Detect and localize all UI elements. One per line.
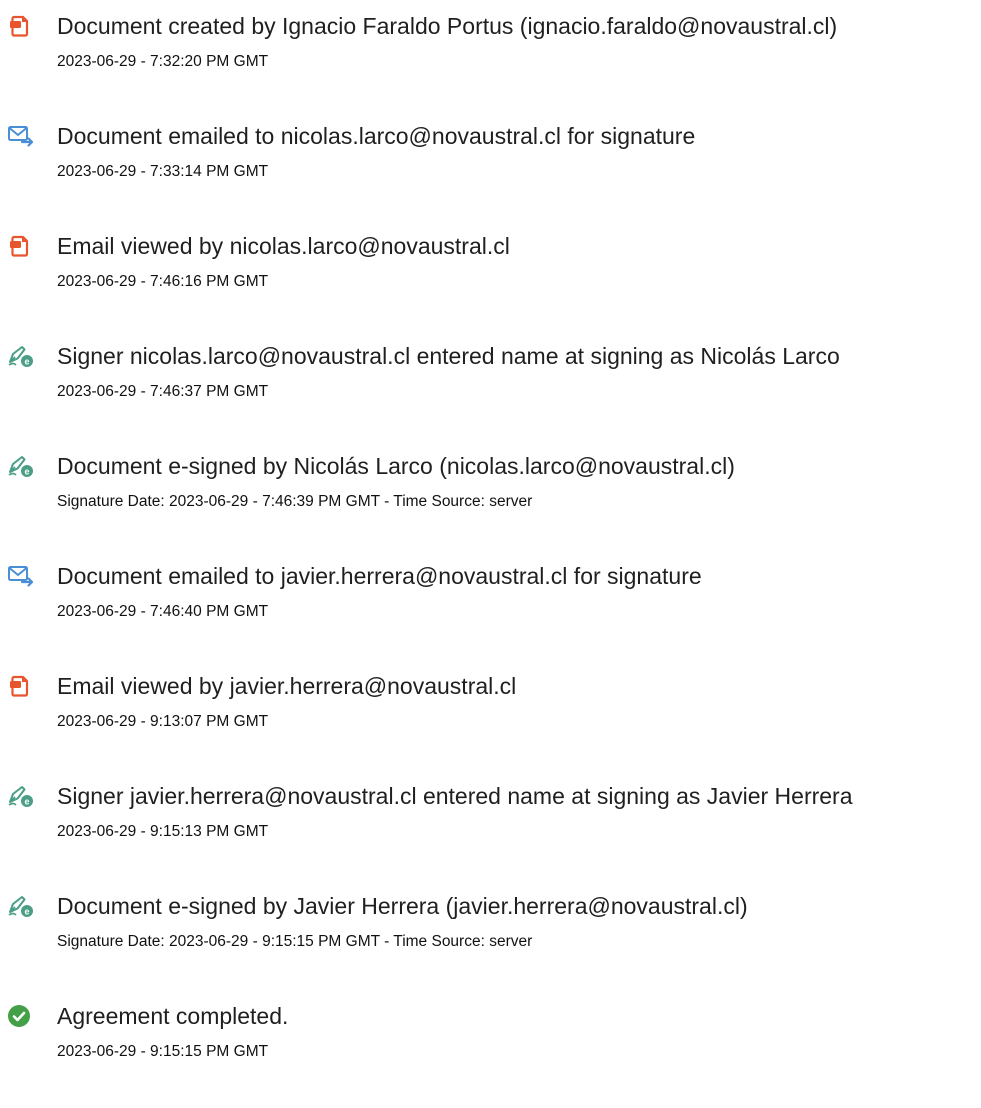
email-sent-icon xyxy=(7,123,34,149)
event-title: Document e-signed by Nicolás Larco (nico… xyxy=(57,453,735,479)
event-timestamp: 2023-06-29 - 7:33:14 PM GMT xyxy=(57,163,269,180)
event-timestamp: 2023-06-29 - 9:15:13 PM GMT xyxy=(57,823,269,840)
document-icon xyxy=(7,13,33,39)
document-icon xyxy=(7,233,33,259)
event-title: Document emailed to nicolas.larco@novaus… xyxy=(57,123,696,149)
event-timestamp: 2023-06-29 - 7:32:20 PM GMT xyxy=(57,53,269,70)
check-circle-icon xyxy=(7,1003,33,1029)
event-timestamp: Signature Date: 2023-06-29 - 9:15:15 PM … xyxy=(57,933,533,950)
event-title: Document e-signed by Javier Herrera (jav… xyxy=(57,893,748,919)
audit-event: Document created by Ignacio Faraldo Port… xyxy=(0,12,981,82)
email-sent-icon xyxy=(7,563,34,589)
audit-event: Document emailed to javier.herrera@novau… xyxy=(0,562,981,632)
audit-event: Email viewed by javier.herrera@novaustra… xyxy=(0,672,981,742)
esign-pen-icon: e xyxy=(7,343,33,369)
audit-event: e Document e-signed by Nicolás Larco (ni… xyxy=(0,452,981,522)
audit-event: Email viewed by nicolas.larco@novaustral… xyxy=(0,232,981,302)
audit-event: e Document e-signed by Javier Herrera (j… xyxy=(0,892,981,962)
event-timestamp: 2023-06-29 - 7:46:16 PM GMT xyxy=(57,273,269,290)
event-timestamp: Signature Date: 2023-06-29 - 7:46:39 PM … xyxy=(57,493,533,510)
document-icon xyxy=(7,673,33,699)
event-title: Signer nicolas.larco@novaustral.cl enter… xyxy=(57,343,840,369)
audit-event: e Signer javier.herrera@novaustral.cl en… xyxy=(0,782,981,852)
svg-text:e: e xyxy=(24,357,29,367)
event-title: Document emailed to javier.herrera@novau… xyxy=(57,563,702,589)
event-title: Signer javier.herrera@novaustral.cl ente… xyxy=(57,783,853,809)
audit-event: Document emailed to nicolas.larco@novaus… xyxy=(0,122,981,192)
svg-text:e: e xyxy=(24,797,29,807)
event-title: Email viewed by nicolas.larco@novaustral… xyxy=(57,233,510,259)
esign-pen-icon: e xyxy=(7,453,33,479)
svg-text:e: e xyxy=(24,907,29,917)
audit-event: e Signer nicolas.larco@novaustral.cl ent… xyxy=(0,342,981,412)
svg-text:e: e xyxy=(24,467,29,477)
event-title: Agreement completed. xyxy=(57,1003,289,1029)
event-timestamp: 2023-06-29 - 7:46:37 PM GMT xyxy=(57,383,269,400)
esign-pen-icon: e xyxy=(7,783,33,809)
event-timestamp: 2023-06-29 - 9:13:07 PM GMT xyxy=(57,713,269,730)
event-timestamp: 2023-06-29 - 9:15:15 PM GMT xyxy=(57,1043,269,1060)
event-timestamp: 2023-06-29 - 7:46:40 PM GMT xyxy=(57,603,269,620)
event-title: Email viewed by javier.herrera@novaustra… xyxy=(57,673,517,699)
audit-event: Agreement completed. 2023-06-29 - 9:15:1… xyxy=(0,1002,981,1072)
esign-pen-icon: e xyxy=(7,893,33,919)
event-title: Document created by Ignacio Faraldo Port… xyxy=(57,13,838,39)
